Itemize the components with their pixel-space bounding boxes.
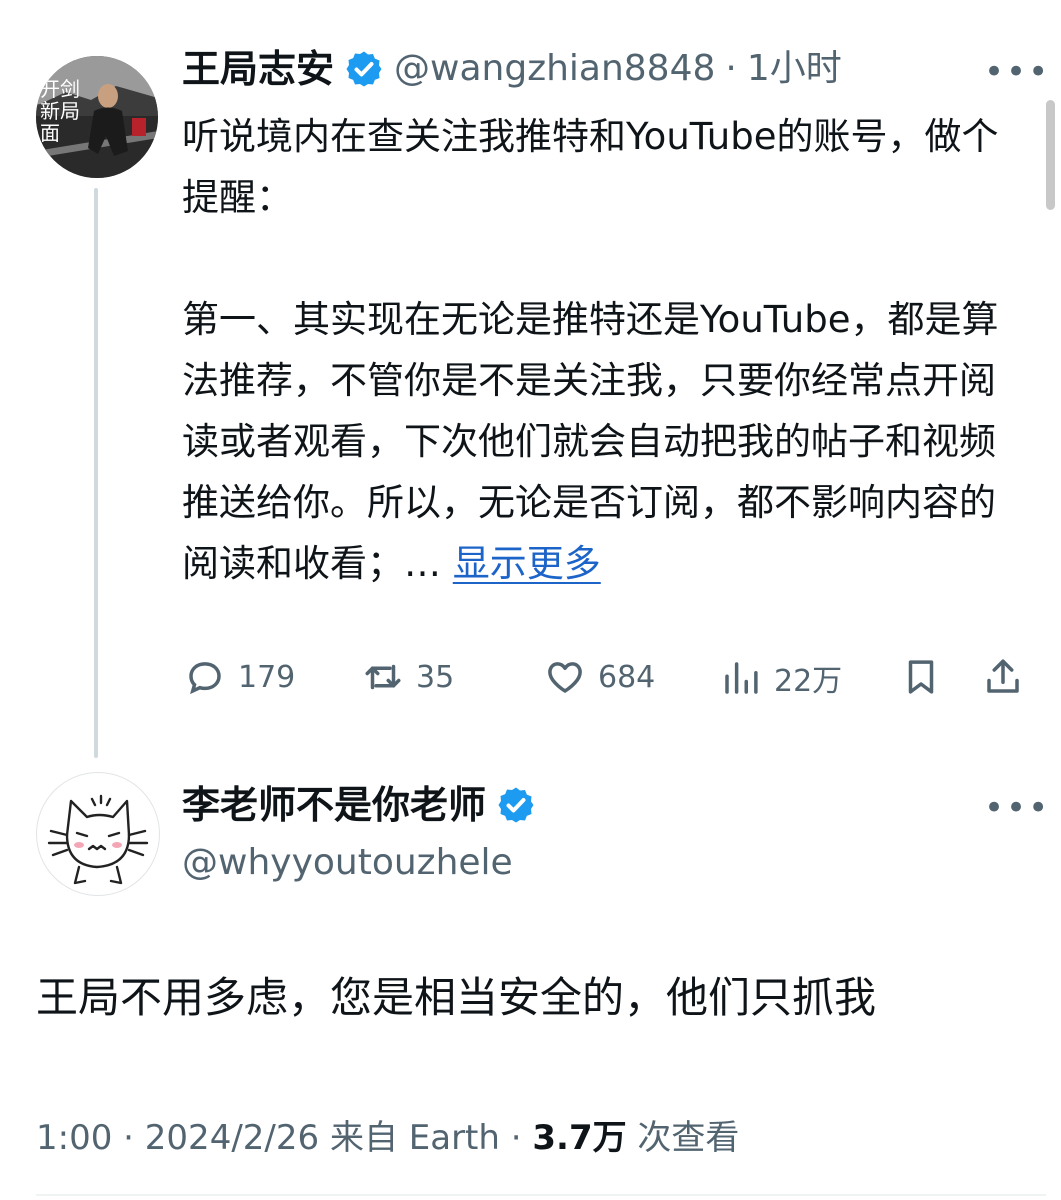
reply-count: 179 bbox=[238, 659, 296, 695]
reply-date[interactable]: 2024/2/26 bbox=[145, 1118, 319, 1158]
reply-button[interactable]: 179 bbox=[184, 656, 295, 698]
like-icon bbox=[548, 662, 582, 693]
reply-source: 来自 Earth bbox=[329, 1118, 500, 1158]
reply-time[interactable]: 1:00 bbox=[36, 1118, 112, 1158]
reply-meta: 1:00 · 2024/2/26 来自 Earth · 3.7万 次查看 bbox=[36, 1110, 739, 1159]
post-header: 王局志安 @wangzhian8848 · 1小时 bbox=[182, 46, 842, 92]
reply-view-count: 3.7万 bbox=[532, 1118, 627, 1158]
reply-author-avatar[interactable] bbox=[36, 772, 160, 896]
thread-connector-line bbox=[94, 188, 98, 758]
like-button[interactable]: 684 bbox=[544, 656, 655, 698]
bookmark-icon bbox=[908, 660, 934, 694]
show-more-link[interactable]: 显示更多 bbox=[453, 542, 601, 585]
verified-badge-icon bbox=[498, 787, 534, 823]
share-button[interactable] bbox=[982, 656, 1024, 698]
reply-author-name[interactable]: 李老师不是你老师 bbox=[182, 782, 486, 828]
more-icon[interactable]: ••• bbox=[984, 55, 1050, 89]
author-avatar[interactable]: 开剑新局面 bbox=[36, 56, 158, 178]
post-time[interactable]: 1小时 bbox=[747, 46, 842, 92]
views-icon bbox=[725, 662, 758, 694]
meta-separator: · bbox=[510, 1118, 522, 1158]
divider bbox=[36, 1194, 1046, 1196]
reply-icon bbox=[189, 662, 221, 695]
like-count: 684 bbox=[598, 659, 656, 695]
more-icon[interactable]: ••• bbox=[984, 791, 1050, 825]
avatar-calligraphy: 开剑新局面 bbox=[40, 77, 80, 145]
reply-text: 王局不用多虑，您是相当安全的，他们只抓我 bbox=[36, 973, 877, 1022]
retweet-button[interactable]: 35 bbox=[362, 656, 454, 698]
retweet-icon bbox=[365, 664, 401, 690]
reply-view-label: 次查看 bbox=[637, 1118, 740, 1158]
scrollbar[interactable] bbox=[1046, 100, 1055, 210]
post-body: 听说境内在查关注我推特和YouTube的账号，做个提醒： 第一、其实现在无论是推… bbox=[182, 106, 1012, 594]
header-separator: · bbox=[725, 48, 737, 89]
reply-author-handle[interactable]: @whyyoutouzhele bbox=[182, 840, 513, 886]
share-icon bbox=[987, 659, 1019, 693]
retweet-count: 35 bbox=[416, 659, 455, 695]
post-text: 听说境内在查关注我推特和YouTube的账号，做个提醒： 第一、其实现在无论是推… bbox=[182, 115, 999, 585]
reply-header: 李老师不是你老师 bbox=[182, 782, 536, 828]
author-name[interactable]: 王局志安 bbox=[182, 46, 334, 92]
verified-badge-icon bbox=[346, 51, 382, 87]
cat-avatar-drawing bbox=[47, 794, 149, 885]
post-ellipsis: … bbox=[404, 542, 453, 585]
bookmark-button[interactable] bbox=[900, 656, 942, 698]
views-button[interactable]: 22万 bbox=[720, 656, 842, 700]
meta-separator: · bbox=[123, 1118, 134, 1158]
views-count: 22万 bbox=[774, 664, 843, 699]
author-handle[interactable]: @wangzhian8848 bbox=[394, 46, 715, 92]
